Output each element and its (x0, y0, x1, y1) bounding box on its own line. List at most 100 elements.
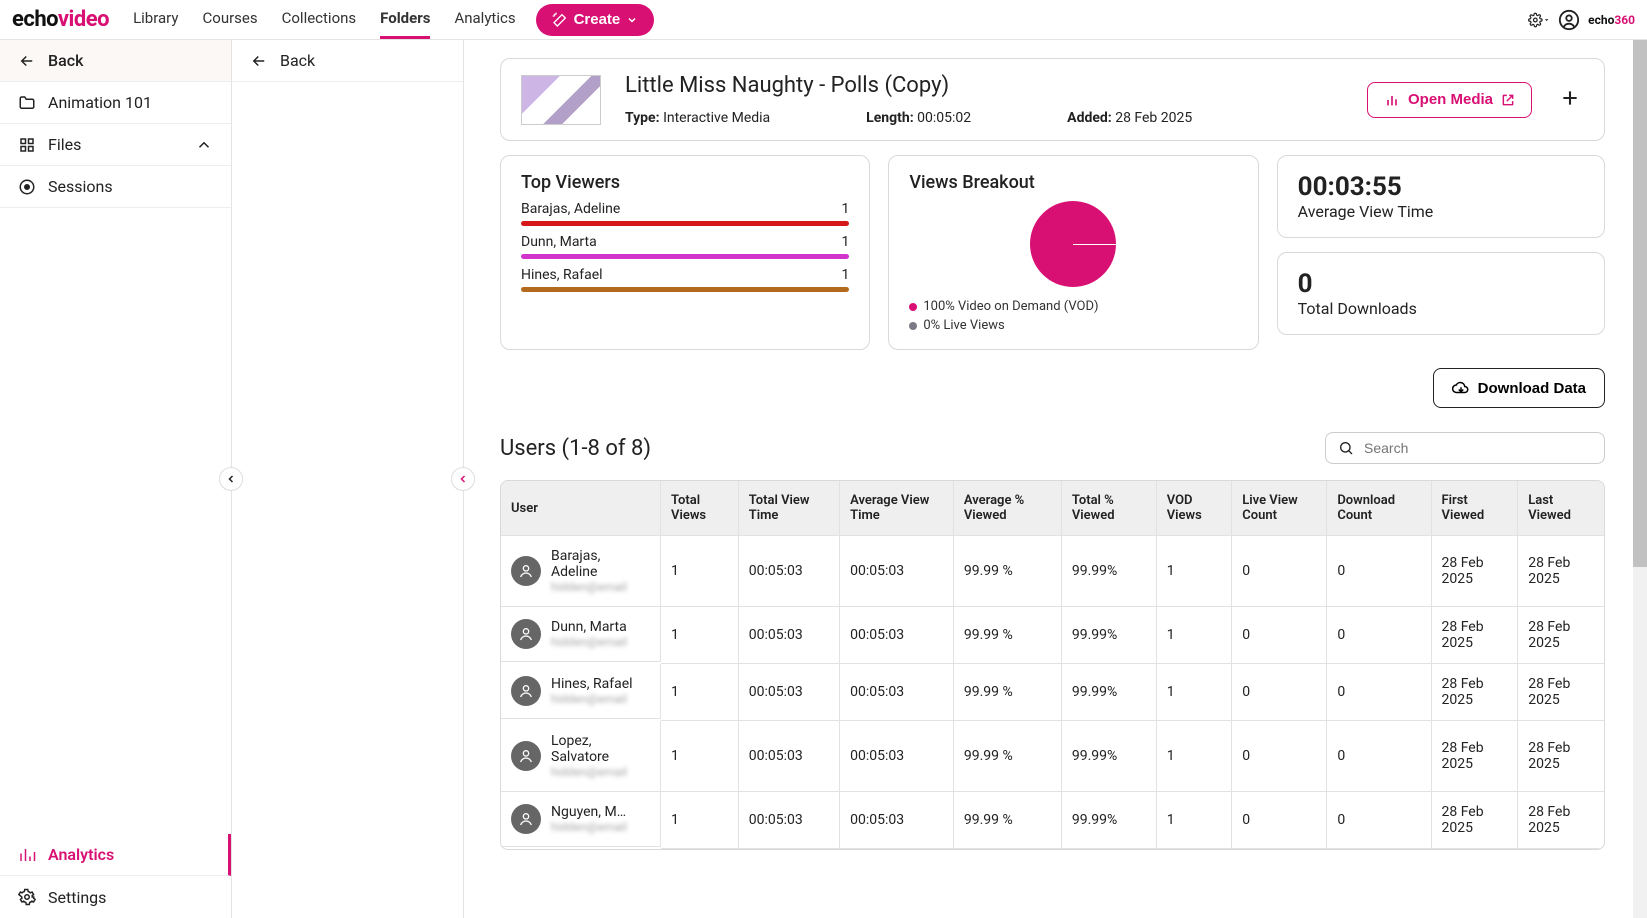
sidebar-item-animation101[interactable]: Animation 101 (0, 82, 231, 124)
table-row[interactable]: Dunn, Martahidden@email100:05:0300:05:03… (501, 607, 1604, 664)
cell-dl: 0 (1327, 792, 1431, 849)
total-downloads-value: 0 (1298, 269, 1584, 299)
inner-panel: Back (232, 40, 464, 918)
table-row[interactable]: Hines, Rafaelhidden@email100:05:0300:05:… (501, 664, 1604, 721)
top-viewer-bar (521, 221, 849, 226)
sidebar-item-label: Files (48, 135, 81, 154)
cell-avg-time: 00:05:03 (840, 664, 954, 721)
table-row[interactable]: Nguyen, M…hidden@email100:05:0300:05:039… (501, 792, 1604, 849)
cell-last: 28 Feb 2025 (1518, 721, 1604, 792)
cell-dl: 0 (1327, 536, 1431, 607)
nav-analytics[interactable]: Analytics (454, 0, 515, 39)
table-row[interactable]: Barajas, Adelinehidden@email100:05:0300:… (501, 536, 1604, 607)
logo-text-1: echo (12, 7, 58, 32)
create-button[interactable]: Create (536, 4, 655, 36)
left-sidebar: Back Animation 101 Files Sessions Analyt… (0, 40, 232, 918)
avg-view-time-label: Average View Time (1298, 202, 1584, 221)
gear-icon (18, 888, 36, 906)
cell-live: 0 (1232, 792, 1327, 849)
cell-avg-pct: 99.99 % (954, 664, 1062, 721)
users-col-header[interactable]: First Viewed (1432, 481, 1519, 536)
scrollbar-thumb[interactable] (1633, 40, 1647, 567)
inner-collapse-button[interactable] (451, 467, 475, 491)
top-viewer-row: Barajas, Adeline1 (521, 201, 849, 217)
stats-row: Top Viewers Barajas, Adeline1Dunn, Marta… (500, 155, 1605, 350)
users-col-header[interactable]: Average View Time (840, 481, 954, 536)
users-search-input[interactable] (1362, 439, 1592, 457)
chevron-left-icon (457, 473, 469, 485)
arrow-left-icon (18, 52, 36, 70)
avg-view-time-value: 00:03:55 (1298, 172, 1584, 202)
cell-live: 0 (1232, 536, 1327, 607)
cell-avg-pct: 99.99 % (954, 792, 1062, 849)
sidebar-back-button[interactable]: Back (0, 40, 231, 82)
open-media-label: Open Media (1408, 91, 1493, 108)
open-media-button[interactable]: Open Media (1367, 82, 1532, 118)
top-viewer-count: 1 (841, 201, 849, 217)
users-search[interactable] (1325, 432, 1605, 464)
media-header-card: Little Miss Naughty - Polls (Copy) Type:… (500, 58, 1605, 141)
views-breakout-card: Views Breakout 100% Video on Demand (VOD… (888, 155, 1258, 350)
app-logo[interactable]: echovideo (12, 7, 109, 32)
person-icon (518, 563, 534, 579)
cell-first: 28 Feb 2025 (1432, 607, 1519, 664)
person-icon (518, 626, 534, 642)
user-name: Dunn, Martahidden@email (551, 619, 627, 649)
chevron-down-icon (626, 14, 638, 26)
main-content: Little Miss Naughty - Polls (Copy) Type:… (464, 40, 1633, 918)
inner-back-button[interactable]: Back (232, 40, 463, 82)
cell-live: 0 (1232, 721, 1327, 792)
avatar (511, 619, 541, 649)
users-col-header[interactable]: Average % Viewed (954, 481, 1062, 536)
sidebar-item-label: Sessions (48, 177, 113, 196)
folder-icon (18, 94, 36, 112)
users-col-header[interactable]: VOD Views (1157, 481, 1233, 536)
download-data-button[interactable]: Download Data (1433, 368, 1605, 408)
users-col-header[interactable]: Live View Count (1232, 481, 1327, 536)
sidebar-item-label: Animation 101 (48, 93, 152, 112)
cell-total-views: 1 (661, 792, 739, 849)
account-button[interactable] (1558, 9, 1580, 31)
user-name: Barajas, Adelinehidden@email (551, 548, 650, 594)
users-col-header[interactable]: Total Views (661, 481, 739, 536)
media-thumbnail (521, 75, 601, 125)
user-circle-icon (1558, 9, 1580, 31)
users-col-header[interactable]: Download Count (1327, 481, 1431, 536)
media-title: Little Miss Naughty - Polls (Copy) (625, 73, 1343, 98)
top-viewer-count: 1 (841, 267, 849, 283)
add-button[interactable] (1556, 86, 1584, 114)
cell-avg-pct: 99.99 % (954, 721, 1062, 792)
cell-avg-time: 00:05:03 (840, 792, 954, 849)
sidebar-footer-label: Settings (48, 888, 106, 907)
cell-dl: 0 (1327, 721, 1431, 792)
user-cell: Dunn, Martahidden@email (501, 607, 661, 662)
logo-text-2: video (58, 7, 109, 32)
users-col-header[interactable]: Total % Viewed (1062, 481, 1157, 536)
cell-total-time: 00:05:03 (739, 607, 840, 664)
bar-chart-icon (1384, 92, 1400, 108)
sidebar-footer-analytics[interactable]: Analytics (0, 834, 231, 876)
analytics-icon (18, 846, 36, 864)
sidebar-footer-settings[interactable]: Settings (0, 876, 231, 918)
sidebar-item-files[interactable]: Files (0, 124, 231, 166)
nav-courses[interactable]: Courses (203, 0, 258, 39)
vertical-scrollbar[interactable] (1633, 40, 1647, 918)
nav-library[interactable]: Library (133, 0, 178, 39)
legend-dot-icon (909, 303, 917, 311)
users-col-header[interactable]: Total View Time (739, 481, 840, 536)
settings-menu-button[interactable] (1528, 9, 1550, 31)
top-viewer-bar (521, 287, 849, 292)
cell-first: 28 Feb 2025 (1432, 721, 1519, 792)
users-col-header[interactable]: User (501, 481, 661, 536)
top-viewer-count: 1 (841, 234, 849, 250)
total-downloads-label: Total Downloads (1298, 299, 1584, 318)
sidebar-item-sessions[interactable]: Sessions (0, 166, 231, 208)
nav-folders[interactable]: Folders (380, 0, 430, 39)
cell-tot-pct: 99.99% (1062, 721, 1157, 792)
table-row[interactable]: Lopez, Salvatorehidden@email100:05:0300:… (501, 721, 1604, 792)
users-col-header[interactable]: Last Viewed (1518, 481, 1604, 536)
top-viewers-card: Top Viewers Barajas, Adeline1Dunn, Marta… (500, 155, 870, 350)
top-viewer-name: Hines, Rafael (521, 267, 603, 283)
nav-collections[interactable]: Collections (282, 0, 357, 39)
external-link-icon (1501, 93, 1515, 107)
